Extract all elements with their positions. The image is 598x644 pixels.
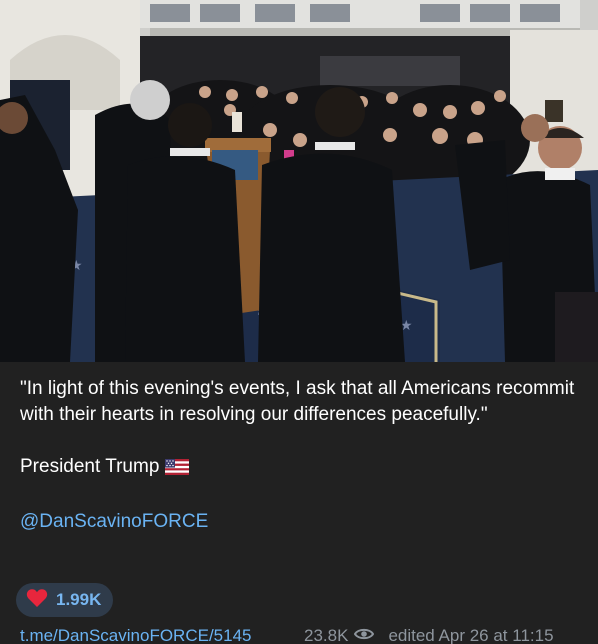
post-permalink[interactable]: t.me/DanScavinoFORCE/5145 [20,626,252,644]
press-room-photo: ★ ★ ★ ★ ★ ★ ★ [0,0,598,362]
signature-line: President Trump [20,454,580,483]
reaction-count: 1.99K [56,590,102,609]
signature-text: President Trump [20,456,160,477]
post-footer: t.me/DanScavinoFORCE/5145 23.8K edited A… [20,626,590,644]
channel-mention-link[interactable]: @DanScavinoFORCE [20,509,580,535]
edited-timestamp: edited Apr 26 at 11:15 [388,626,554,644]
channel-post: ★ ★ ★ ★ ★ ★ ★ [0,0,598,644]
quote-text: "In light of this evening's events, I as… [20,378,575,425]
eye-icon [354,626,375,644]
heart-reaction-button[interactable]: 1.99K [16,583,114,617]
post-meta: 23.8K edited Apr 26 at 11:15 [304,626,554,644]
post-text: "In light of this evening's events, I as… [20,376,580,535]
us-flag-icon [165,457,190,483]
views-count: 23.8K [304,626,349,644]
heart-icon [26,588,48,613]
post-photo[interactable]: ★ ★ ★ ★ ★ ★ ★ [0,0,598,362]
